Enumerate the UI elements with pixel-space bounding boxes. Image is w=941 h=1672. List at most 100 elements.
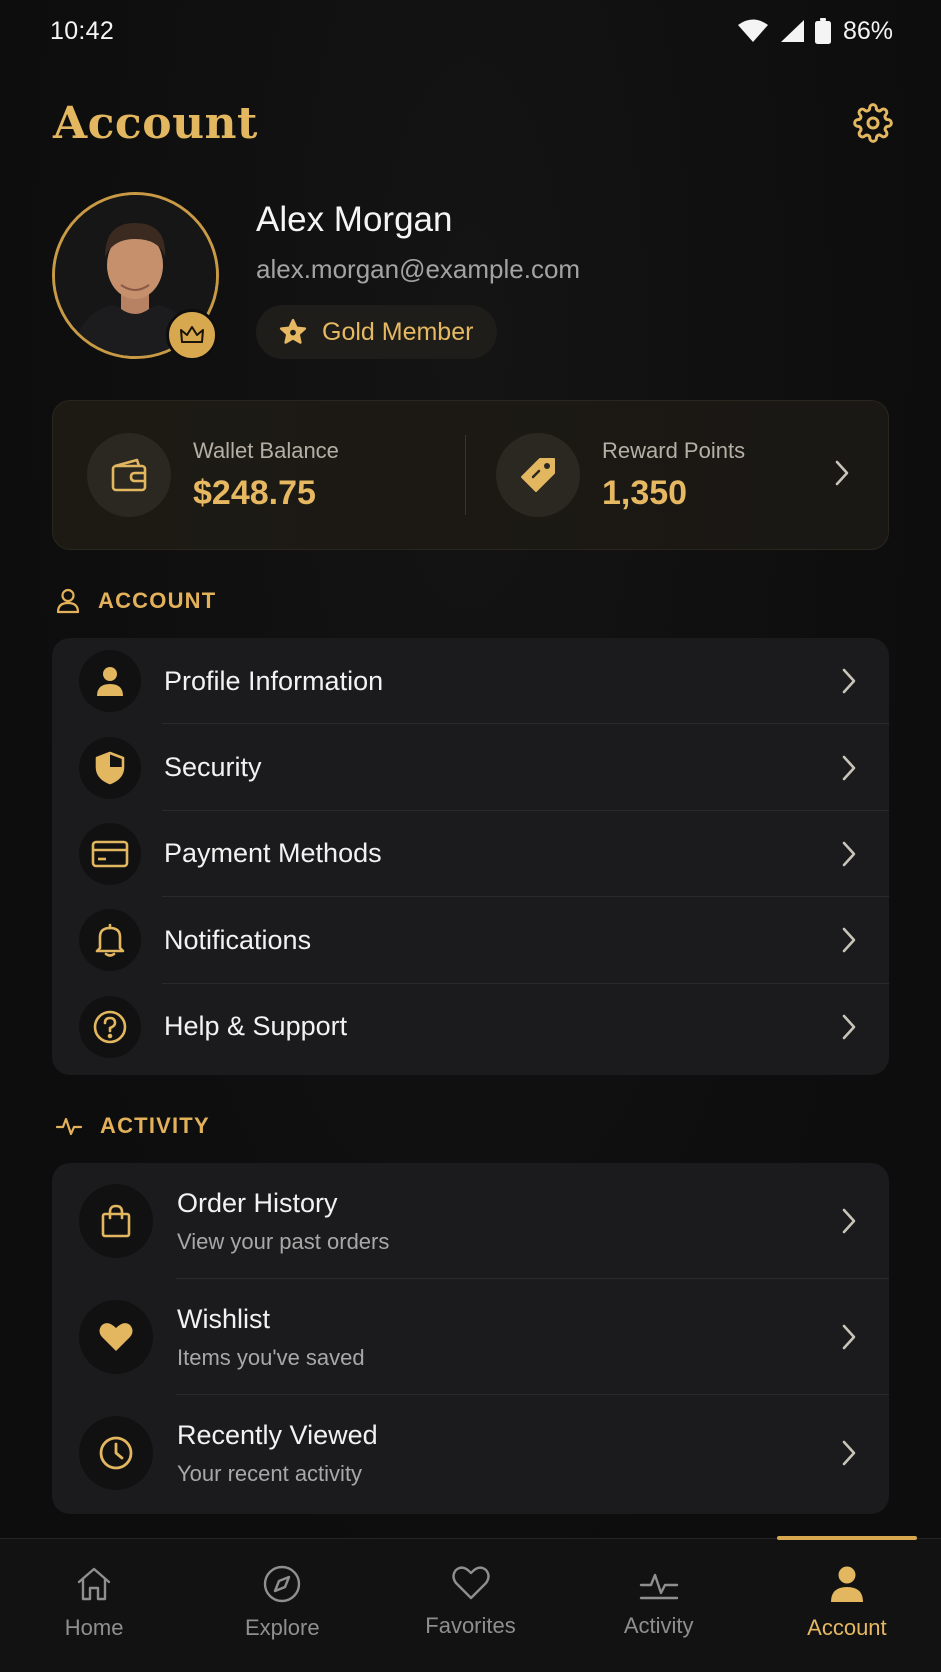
- account-screen: 10:42 86% Account Alex Morgan alex.morga…: [0, 0, 941, 1672]
- wallet-icon-circle: [87, 433, 171, 517]
- wallet-balance-text: Wallet Balance $248.75: [193, 438, 339, 513]
- list-item-profile-information[interactable]: Profile Information: [52, 638, 889, 725]
- list-item-order-history[interactable]: Order History View your past orders: [52, 1163, 889, 1279]
- chevron-right-icon: [842, 1014, 856, 1040]
- profile-name: Alex Morgan: [256, 200, 453, 239]
- list-item-subtitle: Your recent activity: [177, 1460, 363, 1486]
- chevron-right-icon: [842, 755, 856, 780]
- chevron-right-icon: [842, 928, 856, 953]
- nav-account[interactable]: Account: [753, 1536, 941, 1672]
- chevron-right-icon: [842, 1208, 856, 1234]
- list-item-notifications[interactable]: Notifications: [52, 897, 889, 984]
- list-item-help-support[interactable]: Help & Support: [52, 984, 889, 1070]
- list-item-title: Order History: [177, 1187, 338, 1218]
- nav-label: Account: [807, 1615, 887, 1640]
- membership-badge[interactable]: Gold Member: [256, 305, 498, 359]
- list-item-title: Recently Viewed: [177, 1419, 378, 1450]
- shopping-bag-icon: [79, 1184, 153, 1258]
- status-icons: 86%: [737, 17, 893, 46]
- nav-label: Favorites: [425, 1613, 516, 1638]
- activity-section-header: ACTIVITY: [56, 1113, 210, 1139]
- avatar-container[interactable]: [52, 192, 219, 361]
- nav-favorites[interactable]: Favorites: [376, 1539, 564, 1672]
- chevron-right-icon: [842, 841, 856, 867]
- crown-icon: [180, 326, 204, 343]
- membership-label: Gold Member: [322, 317, 474, 346]
- nav-label: Activity: [623, 1613, 694, 1638]
- signal-icon: [779, 19, 805, 43]
- page-title: Account: [53, 97, 258, 149]
- settings-button[interactable]: [850, 100, 896, 146]
- reward-points-value: 1,350: [602, 473, 688, 512]
- reward-points-label: Reward Points: [602, 437, 746, 463]
- status-time: 10:42: [50, 16, 115, 45]
- chevron-right-icon: [842, 1440, 856, 1466]
- pulse-icon: [639, 1573, 678, 1600]
- wallet-chevron-button[interactable]: [834, 459, 850, 492]
- active-tab-indicator: [776, 1536, 918, 1540]
- crown-badge: [166, 309, 218, 361]
- pulse-icon: [56, 1117, 82, 1136]
- nav-label: Home: [64, 1615, 124, 1640]
- list-item-payment-methods[interactable]: Payment Methods: [52, 811, 889, 898]
- list-item-label: Notifications: [164, 924, 312, 955]
- account-list: Profile Information Security Payment Met…: [52, 638, 889, 1075]
- list-item-label: Security: [164, 752, 262, 783]
- wallet-balance-label: Wallet Balance: [193, 437, 339, 463]
- reward-points-text: Reward Points 1,350: [602, 438, 745, 513]
- list-item-label: Help & Support: [164, 1011, 348, 1042]
- heart-icon: [79, 1300, 153, 1374]
- list-item-subtitle: View your past orders: [177, 1228, 390, 1254]
- battery-percent: 86%: [842, 16, 893, 45]
- activity-list: Order History View your past orders Wish…: [52, 1163, 889, 1514]
- activity-section-title: ACTIVITY: [100, 1113, 210, 1138]
- account-section-header: ACCOUNT: [56, 588, 216, 614]
- profile-section: Alex Morgan alex.morgan@example.com Gold…: [52, 192, 896, 362]
- wallet-balance[interactable]: Wallet Balance $248.75: [53, 401, 465, 549]
- list-item-label: Payment Methods: [164, 838, 382, 869]
- wallet-balance-value: $248.75: [193, 473, 316, 512]
- gear-icon: [853, 103, 893, 143]
- list-item-label: Profile Information: [164, 665, 384, 696]
- nav-home[interactable]: Home: [0, 1539, 188, 1672]
- person-icon: [79, 650, 141, 713]
- home-icon: [77, 1567, 111, 1601]
- bottom-navigation: Home Explore Favorites Activity Account: [0, 1536, 941, 1672]
- wifi-icon: [737, 19, 769, 43]
- credit-card-icon: [79, 822, 141, 885]
- tag-icon: [521, 458, 555, 492]
- tag-icon-circle: [496, 433, 580, 517]
- list-item-recently-viewed[interactable]: Recently Viewed Your recent activity: [52, 1395, 889, 1511]
- battery-icon: [814, 18, 831, 44]
- heart-outline-icon: [451, 1566, 490, 1600]
- help-circle-icon: [79, 995, 141, 1058]
- chevron-right-icon: [842, 668, 856, 694]
- account-section-title: ACCOUNT: [98, 588, 217, 613]
- wallet-icon: [111, 458, 147, 492]
- compass-icon: [264, 1565, 301, 1603]
- list-item-security[interactable]: Security: [52, 724, 889, 811]
- list-item-subtitle: Items you've saved: [177, 1344, 365, 1370]
- nav-activity[interactable]: Activity: [565, 1539, 753, 1672]
- list-item-text: Recently Viewed Your recent activity: [177, 1420, 378, 1487]
- star-icon: [279, 318, 307, 344]
- profile-info: Alex Morgan alex.morgan@example.com Gold…: [256, 192, 580, 362]
- status-bar: 10:42 86%: [0, 0, 941, 62]
- page-header: Account: [53, 92, 896, 154]
- wallet-card[interactable]: Wallet Balance $248.75 Reward Points 1,3…: [52, 400, 889, 550]
- list-item-text: Wishlist Items you've saved: [177, 1304, 365, 1371]
- profile-email: alex.morgan@example.com: [256, 254, 581, 284]
- person-filled-icon: [830, 1566, 863, 1602]
- shield-icon: [79, 736, 141, 799]
- chevron-right-icon: [842, 1324, 856, 1350]
- reward-points[interactable]: Reward Points 1,350: [466, 401, 888, 549]
- nav-label: Explore: [245, 1615, 320, 1640]
- chevron-right-icon: [835, 460, 849, 485]
- list-item-text: Order History View your past orders: [177, 1188, 389, 1255]
- bell-icon: [79, 909, 141, 972]
- nav-explore[interactable]: Explore: [188, 1539, 376, 1672]
- list-item-wishlist[interactable]: Wishlist Items you've saved: [52, 1279, 889, 1395]
- clock-icon: [79, 1416, 153, 1490]
- person-outline-icon: [56, 588, 80, 614]
- list-item-title: Wishlist: [177, 1303, 270, 1334]
